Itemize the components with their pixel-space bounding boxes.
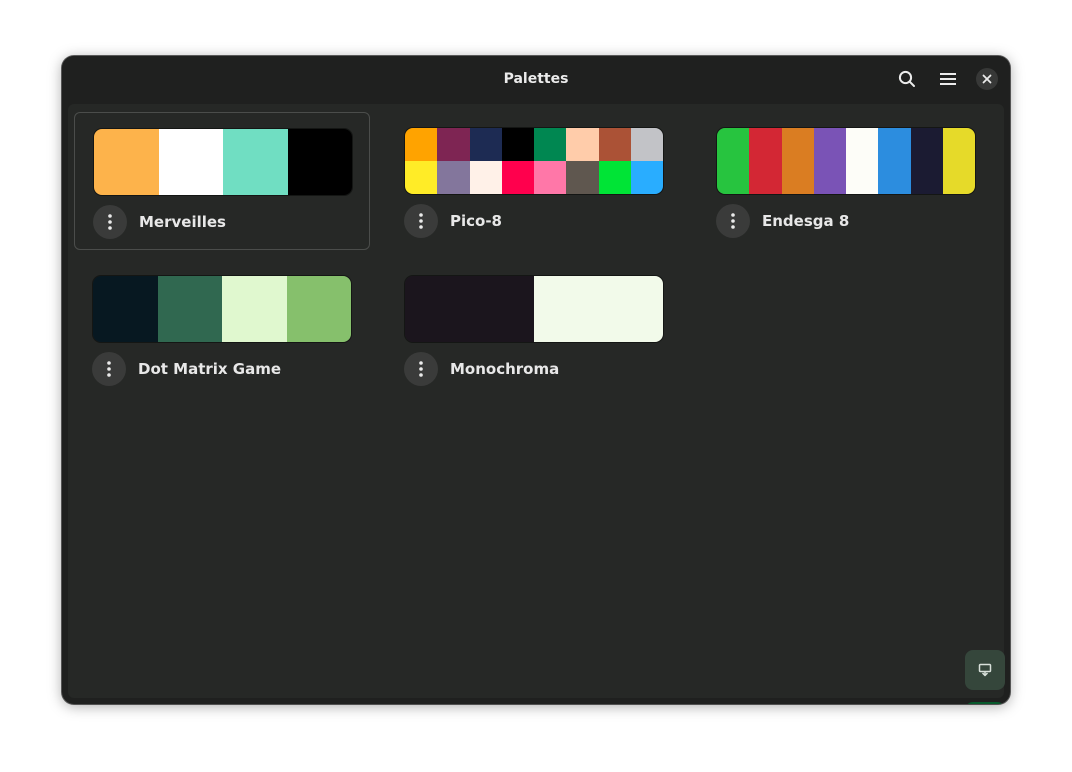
- vertical-dots-icon: [419, 361, 423, 377]
- color-cell: [469, 161, 502, 194]
- color-cell: [223, 129, 288, 195]
- color-cell: [158, 129, 223, 195]
- palette-card[interactable]: Merveilles: [74, 112, 370, 250]
- vertical-dots-icon: [419, 213, 423, 229]
- headerbar: Palettes: [62, 56, 1010, 102]
- palette-card[interactable]: Endesga 8: [698, 112, 994, 250]
- present-button[interactable]: [965, 650, 1005, 690]
- palette-name: Merveilles: [139, 213, 226, 231]
- palette-options-button[interactable]: [93, 205, 127, 239]
- color-cell: [781, 128, 814, 194]
- color-cell: [598, 128, 631, 161]
- color-cell: [157, 276, 222, 342]
- color-cell: [469, 128, 502, 161]
- color-cell: [405, 161, 438, 194]
- color-cell: [717, 128, 750, 194]
- color-cell: [566, 161, 599, 194]
- add-palette-button[interactable]: [965, 702, 1005, 704]
- color-cell: [534, 128, 567, 161]
- main-menu-button[interactable]: [933, 64, 963, 94]
- palette-swatch: [94, 129, 352, 195]
- close-button[interactable]: [976, 68, 998, 90]
- hamburger-menu-icon: [940, 73, 956, 85]
- vertical-dots-icon: [731, 213, 735, 229]
- color-cell: [94, 129, 159, 195]
- color-cell: [942, 128, 975, 194]
- palette-card[interactable]: Monochroma: [386, 260, 682, 398]
- color-cell: [437, 161, 470, 194]
- palette-grid: Merveilles Pico-8 Endesga 8 Dot Matrix Game…: [68, 104, 1005, 704]
- color-cell: [910, 128, 943, 194]
- app-window: Palettes Merveilles Pico-8 Endesga 8 Dot Ma…: [62, 56, 1010, 704]
- palette-options-button[interactable]: [404, 352, 438, 386]
- palette-card[interactable]: Dot Matrix Game: [74, 260, 370, 398]
- color-cell: [630, 128, 663, 161]
- palette-name: Dot Matrix Game: [138, 360, 282, 378]
- vertical-dots-icon: [107, 361, 111, 377]
- color-cell: [566, 128, 599, 161]
- color-cell: [534, 276, 663, 342]
- color-cell: [405, 276, 534, 342]
- palette-name: Monochroma: [450, 360, 560, 378]
- palette-swatch: [405, 128, 663, 194]
- color-cell: [501, 161, 534, 194]
- color-cell: [437, 128, 470, 161]
- color-cell: [630, 161, 663, 194]
- palette-options-button[interactable]: [404, 204, 438, 238]
- search-button[interactable]: [892, 64, 922, 94]
- vertical-dots-icon: [108, 214, 112, 230]
- palette-name: Pico-8: [450, 212, 502, 230]
- palette-options-button[interactable]: [92, 352, 126, 386]
- window-title: Palettes: [503, 71, 569, 87]
- color-cell: [749, 128, 782, 194]
- color-cell: [405, 128, 438, 161]
- palette-swatch: [717, 128, 975, 194]
- close-icon: [982, 74, 992, 84]
- color-cell: [222, 276, 287, 342]
- color-cell: [287, 129, 352, 195]
- color-cell: [93, 276, 158, 342]
- color-cell: [598, 161, 631, 194]
- palette-swatch: [405, 276, 663, 342]
- color-cell: [534, 161, 567, 194]
- color-cell: [501, 128, 534, 161]
- color-cell: [846, 128, 879, 194]
- color-cell: [878, 128, 911, 194]
- color-cell: [286, 276, 351, 342]
- palette-card[interactable]: Pico-8: [386, 112, 682, 250]
- search-icon: [898, 70, 915, 87]
- palette-name: Endesga 8: [762, 212, 850, 230]
- present-icon: [978, 663, 992, 677]
- color-cell: [813, 128, 846, 194]
- palette-options-button[interactable]: [716, 204, 750, 238]
- palette-swatch: [93, 276, 351, 342]
